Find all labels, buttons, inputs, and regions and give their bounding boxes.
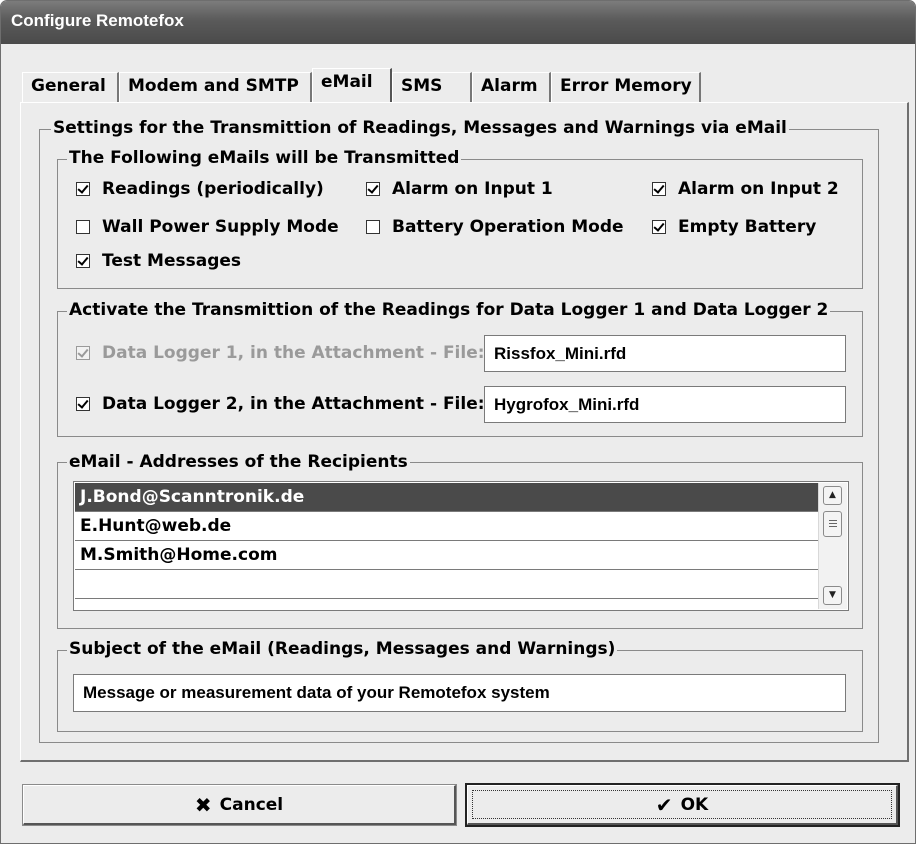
- checkbox-label: Alarm on Input 2: [678, 179, 839, 199]
- recipients-scrollbar[interactable]: ▲ ▼: [818, 483, 847, 609]
- checkbox-box[interactable]: [652, 182, 666, 196]
- list-item[interactable]: J.Bond@Scanntronik.de: [75, 483, 818, 512]
- checkbox-label: Empty Battery: [678, 217, 817, 237]
- configure-dialog: Configure Remotefox General Modem and SM…: [0, 0, 916, 844]
- email-settings-title: Settings for the Transmittion of Reading…: [51, 118, 789, 138]
- checkbox-alarm-input-1[interactable]: Alarm on Input 1: [366, 178, 553, 200]
- data-logger-title: Activate the Transmittion of the Reading…: [67, 300, 831, 320]
- tab-general[interactable]: General: [22, 72, 119, 102]
- scroll-down-icon[interactable]: ▼: [823, 586, 842, 605]
- checkbox-label: Data Logger 2, in the Attachment - File:: [102, 394, 485, 414]
- checkbox-label: Battery Operation Mode: [392, 217, 624, 237]
- transmitted-emails-title: The Following eMails will be Transmitted: [67, 148, 462, 168]
- tab-alarm[interactable]: Alarm: [472, 72, 551, 102]
- checkbox-box[interactable]: [76, 182, 90, 196]
- tab-label: eMail: [321, 72, 373, 92]
- recipient-address: J.Bond@Scanntronik.de: [80, 487, 305, 507]
- checkbox-data-logger-2[interactable]: Data Logger 2, in the Attachment - File:: [76, 393, 485, 415]
- checkbox-box[interactable]: [652, 220, 666, 234]
- checkbox-empty-battery[interactable]: Empty Battery: [652, 216, 816, 238]
- checkbox-box[interactable]: [366, 220, 380, 234]
- checkbox-label: Wall Power Supply Mode: [102, 217, 339, 237]
- tab-email[interactable]: eMail: [312, 68, 392, 102]
- cancel-button[interactable]: ✖ Cancel: [22, 784, 457, 826]
- checkbox-label: Readings (periodically): [102, 179, 324, 199]
- recipients-list[interactable]: J.Bond@Scanntronik.de E.Hunt@web.de M.Sm…: [73, 481, 849, 611]
- list-item[interactable]: E.Hunt@web.de: [75, 512, 818, 541]
- scroll-up-icon[interactable]: ▲: [823, 486, 842, 505]
- ok-button[interactable]: ✔ OK: [465, 783, 900, 827]
- field-value: Hygrofox_Mini.rfd: [494, 395, 640, 414]
- tab-label: Modem and SMTP: [128, 76, 299, 96]
- window-title: Configure Remotefox: [11, 11, 184, 30]
- field-value: Message or measurement data of your Remo…: [83, 683, 550, 702]
- recipients-title: eMail - Addresses of the Recipients: [67, 452, 410, 472]
- checkbox-box[interactable]: [76, 220, 90, 234]
- checkbox-test-messages[interactable]: Test Messages: [76, 250, 241, 272]
- subject-field[interactable]: Message or measurement data of your Remo…: [73, 674, 846, 712]
- checkbox-data-logger-1[interactable]: Data Logger 1, in the Attachment - File:: [76, 342, 485, 364]
- scroll-thumb[interactable]: [823, 511, 842, 537]
- focus-ring: [472, 790, 892, 819]
- tab-label: Alarm: [481, 76, 538, 96]
- checkbox-label: Data Logger 1, in the Attachment - File:: [102, 343, 485, 363]
- tab-label: SMS: [401, 76, 443, 96]
- checkbox-box[interactable]: [76, 346, 90, 360]
- data-logger-1-file-field[interactable]: Rissfox_Mini.rfd: [484, 335, 846, 372]
- tab-label: General: [31, 76, 106, 96]
- cancel-label: Cancel: [219, 794, 284, 815]
- tab-label: Error Memory: [560, 76, 692, 96]
- checkbox-readings[interactable]: Readings (periodically): [76, 178, 324, 200]
- checkbox-box[interactable]: [76, 254, 90, 268]
- list-item[interactable]: [75, 570, 818, 599]
- checkbox-battery-operation[interactable]: Battery Operation Mode: [366, 216, 624, 238]
- checkbox-label: Alarm on Input 1: [392, 179, 553, 199]
- recipient-address: E.Hunt@web.de: [80, 516, 232, 536]
- field-value: Rissfox_Mini.rfd: [494, 344, 627, 363]
- recipient-address: M.Smith@Home.com: [80, 545, 278, 565]
- tab-modem-smtp[interactable]: Modem and SMTP: [119, 72, 312, 102]
- subject-title: Subject of the eMail (Readings, Messages…: [67, 639, 618, 659]
- checkbox-wall-power[interactable]: Wall Power Supply Mode: [76, 216, 339, 238]
- data-logger-2-file-field[interactable]: Hygrofox_Mini.rfd: [484, 386, 846, 423]
- tab-sms[interactable]: SMS: [392, 72, 472, 102]
- title-bar[interactable]: Configure Remotefox: [1, 1, 915, 44]
- tab-error-memory[interactable]: Error Memory: [551, 72, 701, 102]
- checkbox-box[interactable]: [366, 182, 380, 196]
- x-icon: ✖: [194, 792, 212, 817]
- checkbox-label: Test Messages: [102, 251, 242, 271]
- checkbox-box[interactable]: [76, 397, 90, 411]
- checkbox-alarm-input-2[interactable]: Alarm on Input 2: [652, 178, 839, 200]
- list-item[interactable]: M.Smith@Home.com: [75, 541, 818, 570]
